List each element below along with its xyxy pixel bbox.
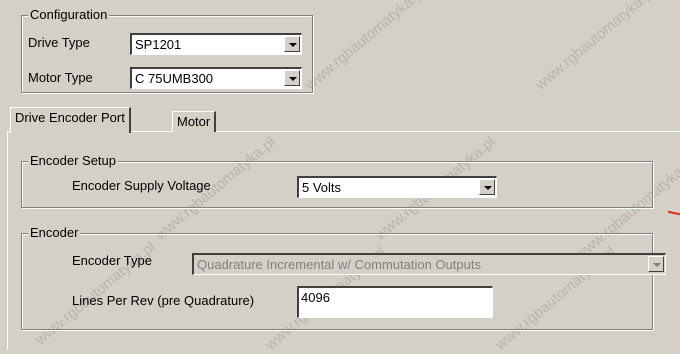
encoder-supply-voltage-label: Encoder Supply Voltage	[72, 178, 211, 193]
encoder-supply-voltage-select[interactable]: 5 Volts	[297, 176, 497, 198]
watermark: www.rgbautomatyka.pl	[532, 0, 659, 94]
lines-per-rev-value: 4096	[301, 290, 330, 305]
configuration-title: Configuration	[28, 7, 110, 23]
drive-type-select[interactable]: SP1201	[130, 33, 302, 55]
lines-per-rev-label: Lines Per Rev (pre Quadrature)	[72, 293, 255, 308]
motor-type-label: Motor Type	[28, 70, 93, 85]
drive-type-dropdown-button[interactable]	[284, 36, 300, 52]
motor-type-select[interactable]: C 75UMB300	[130, 67, 302, 89]
encoder-type-label: Encoder Type	[72, 253, 152, 268]
motor-type-value: C 75UMB300	[135, 71, 214, 86]
motor-type-dropdown-button[interactable]	[284, 70, 300, 86]
encoder-type-dropdown-button[interactable]	[648, 256, 664, 272]
encoder-title: Encoder	[28, 225, 81, 241]
encoder-setup-title: Encoder Setup	[28, 153, 119, 169]
lines-per-rev-input[interactable]: 4096	[297, 286, 493, 318]
chevron-down-icon	[289, 43, 297, 47]
encoder-supply-voltage-dropdown-button[interactable]	[479, 179, 495, 195]
chevron-down-icon	[289, 77, 297, 81]
drive-type-label: Drive Type	[28, 35, 90, 50]
tab-motor[interactable]: Motor	[172, 111, 217, 132]
tab-panel-left-border	[7, 131, 8, 350]
encoder-supply-voltage-value: 5 Volts	[302, 180, 342, 195]
red-mark	[667, 210, 680, 216]
chevron-down-icon	[653, 263, 661, 267]
watermark: www.rgbautomatyka.pl	[302, 0, 429, 94]
encoder-type-value: Quadrature Incremental w/ Commutation Ou…	[197, 257, 481, 272]
chevron-down-icon	[484, 186, 492, 190]
tab-drive-encoder-port[interactable]: Drive Encoder Port	[10, 107, 131, 133]
encoder-type-select[interactable]: Quadrature Incremental w/ Commutation Ou…	[192, 253, 666, 275]
drive-type-value: SP1201	[135, 37, 182, 52]
